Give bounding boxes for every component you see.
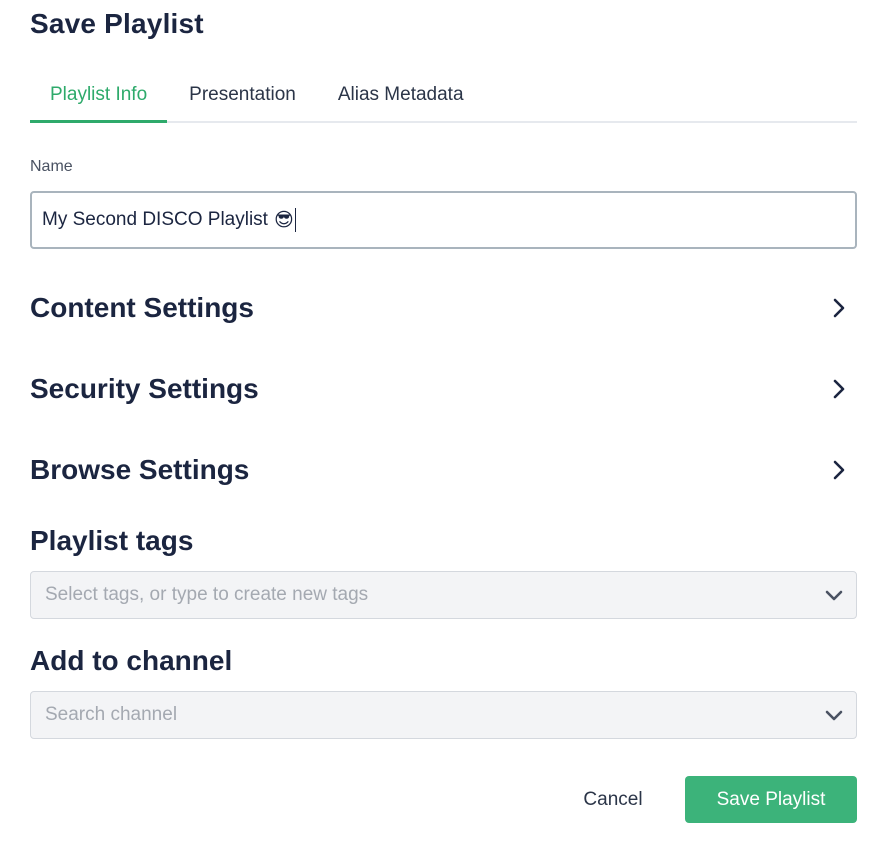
content-settings-toggle[interactable]: Content Settings	[30, 288, 857, 328]
cancel-button[interactable]: Cancel	[563, 776, 663, 823]
tab-playlist-info[interactable]: Playlist Info	[30, 78, 168, 123]
content-settings-title: Content Settings	[30, 292, 254, 323]
browse-settings-toggle[interactable]: Browse Settings	[30, 450, 857, 490]
browse-settings-title: Browse Settings	[30, 454, 250, 485]
chevron-right-icon	[833, 460, 845, 480]
sunglasses-emoji-icon: 😎	[273, 209, 294, 231]
add-to-channel-heading: Add to channel	[30, 645, 233, 676]
security-settings-toggle[interactable]: Security Settings	[30, 369, 857, 409]
tab-alias-metadata[interactable]: Alias Metadata	[317, 78, 484, 121]
tab-presentation[interactable]: Presentation	[168, 78, 317, 121]
chevron-down-icon[interactable]	[824, 705, 844, 725]
name-field-label: Name	[30, 158, 73, 175]
dialog-title: Save Playlist	[30, 8, 204, 39]
save-playlist-button[interactable]: Save Playlist	[685, 776, 857, 823]
channel-search-select[interactable]: Search channel	[30, 691, 857, 739]
playlist-tags-select[interactable]: Select tags, or type to create new tags	[30, 571, 857, 619]
playlist-tags-placeholder: Select tags, or type to create new tags	[45, 584, 369, 605]
chevron-down-icon[interactable]	[824, 585, 844, 605]
chevron-right-icon	[833, 379, 845, 399]
security-settings-title: Security Settings	[30, 373, 259, 404]
name-input-value: My Second DISCO Playlist	[42, 209, 268, 230]
channel-search-placeholder: Search channel	[45, 704, 178, 725]
text-cursor	[294, 208, 296, 232]
chevron-right-icon	[833, 298, 845, 318]
playlist-tags-heading: Playlist tags	[30, 525, 194, 556]
tab-bar: Playlist Info Presentation Alias Metadat…	[30, 78, 857, 123]
name-input[interactable]: My Second DISCO Playlist 😎	[30, 191, 857, 249]
